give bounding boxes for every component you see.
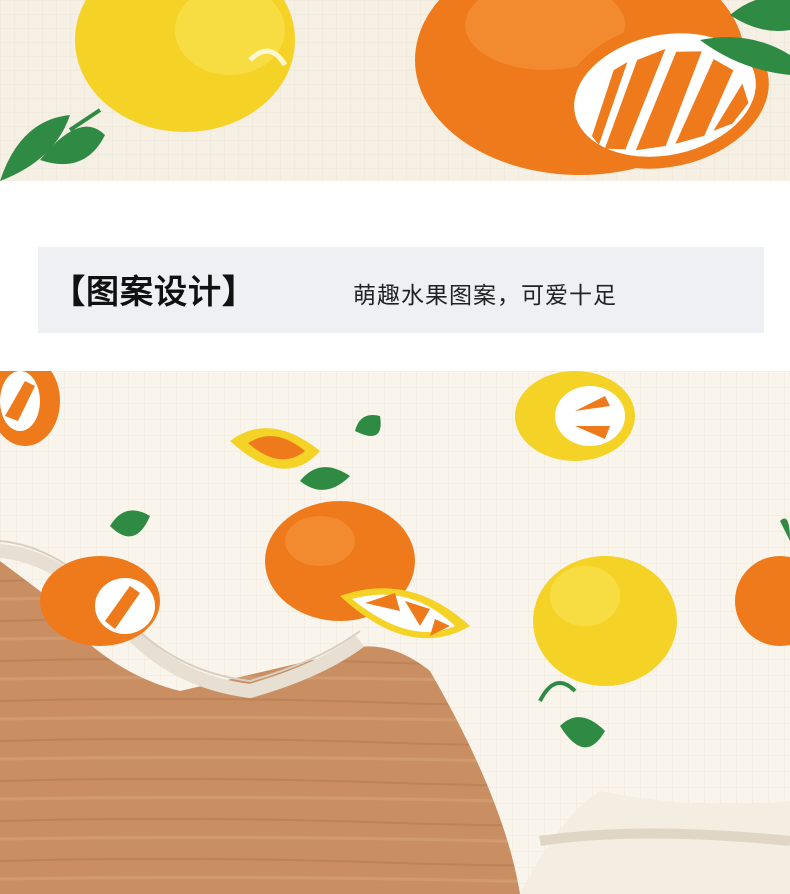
- lemon-print: [533, 556, 677, 686]
- orange-print: [40, 556, 160, 646]
- bottom-shorts-photo: [0, 371, 790, 894]
- banner-subtitle: 萌趣水果图案，可爱十足: [353, 283, 617, 309]
- banner-title: 【图案设计】: [52, 272, 256, 311]
- feature-banner: 【图案设计】 萌趣水果图案，可爱十足: [38, 247, 764, 333]
- top-fabric-photo: [0, 0, 790, 181]
- lemon-print: [515, 371, 635, 461]
